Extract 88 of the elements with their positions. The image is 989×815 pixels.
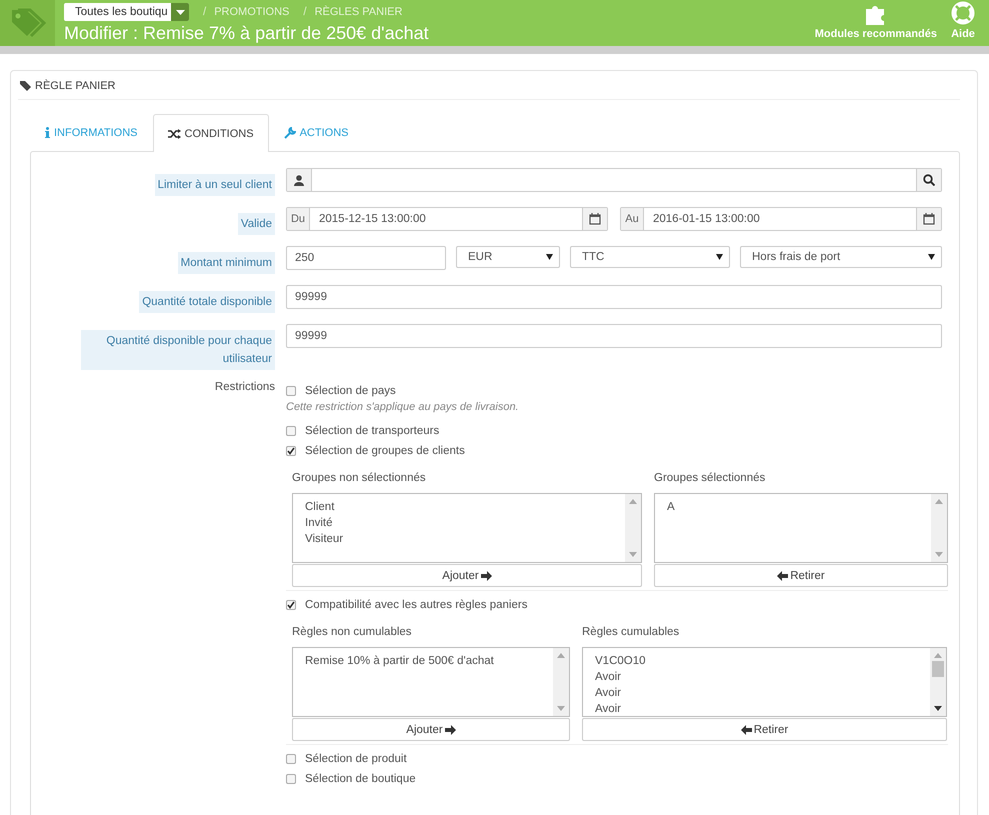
list-option[interactable]: Visiteur — [305, 531, 613, 547]
checkbox-label[interactable]: Sélection de transporteurs — [305, 425, 440, 437]
list-box[interactable]: Remise 10% à partir de 500€ d'achat — [292, 647, 570, 717]
add-button[interactable]: Ajouter — [292, 564, 642, 587]
checkbox[interactable] — [286, 426, 296, 436]
check-icon — [287, 447, 295, 455]
checkbox[interactable] — [286, 754, 296, 764]
list-option[interactable]: V1C0O10 — [595, 653, 918, 669]
scrollbar[interactable] — [931, 494, 947, 562]
page-title: Modifier : Remise 7% à partir de 250€ d'achat — [64, 23, 430, 44]
arrow-left-icon — [777, 570, 788, 580]
checkbox-label[interactable]: Sélection de boutique — [305, 773, 416, 785]
select-field[interactable]: TTC — [570, 246, 730, 268]
scrollbar[interactable] — [553, 648, 569, 716]
caret-icon — [716, 254, 723, 260]
list-box[interactable]: A — [654, 493, 948, 563]
calendar-icon — [923, 213, 935, 225]
breadcrumb-separator: / — [203, 6, 206, 18]
field-label: Montant minimum — [178, 252, 275, 274]
checkbox-label[interactable]: Sélection de groupes de clients — [305, 445, 465, 457]
search-icon — [923, 174, 935, 186]
date-field[interactable]: Au 2016-01-15 13:00:00 — [620, 207, 942, 231]
scroll-thumb[interactable] — [932, 661, 944, 677]
tag-icon — [20, 81, 31, 91]
field-label: Limiter à un seul client — [154, 174, 275, 196]
caret-icon — [176, 10, 184, 14]
scroll-up-icon[interactable] — [629, 498, 637, 504]
shuffle-icon — [168, 128, 181, 138]
panel-title: RÈGLE PANIER — [35, 80, 116, 92]
calendar-icon — [589, 213, 601, 225]
help-text: Cette restriction s'applique au pays de livraison. — [286, 401, 520, 413]
list-title: Règles non cumulables — [292, 626, 413, 638]
list-option[interactable]: Client — [305, 499, 613, 515]
checkbox-label[interactable]: Sélection de pays — [305, 385, 396, 397]
field-label: Quantité totale disponible — [139, 291, 275, 313]
field-label: Valide — [238, 213, 275, 235]
scroll-down-icon[interactable] — [934, 706, 942, 712]
checkbox[interactable] — [286, 386, 296, 396]
list-option[interactable]: Avoir — [595, 685, 918, 701]
shop-select[interactable]: Toutes les boutiqu — [64, 3, 189, 21]
user-icon — [294, 174, 304, 186]
addon-label: Du — [287, 208, 310, 230]
scrollbar[interactable] — [625, 494, 641, 562]
scroll-up-icon[interactable] — [557, 652, 565, 658]
amount-field[interactable]: 250 — [286, 246, 446, 270]
breadcrumb-separator: / — [303, 6, 307, 18]
client-search-field[interactable] — [286, 168, 942, 192]
check-icon — [287, 601, 295, 609]
field-label: Restrictions — [214, 381, 275, 393]
arrow-left-icon — [740, 724, 752, 734]
checkbox[interactable] — [286, 600, 296, 610]
list-box[interactable]: Client Invité Visiteur — [292, 493, 642, 563]
tag-icon — [10, 8, 46, 38]
tab[interactable]: CONDITIONS — [152, 114, 269, 152]
input-field[interactable]: 99999 — [286, 324, 942, 348]
scrollbar[interactable] — [930, 648, 946, 716]
list-option[interactable]: Invité — [305, 515, 613, 531]
list-option[interactable]: Avoir — [595, 701, 918, 717]
wrench-icon — [284, 126, 296, 138]
select-field[interactable]: Hors frais de port — [740, 246, 942, 268]
input-field[interactable]: 99999 — [286, 285, 942, 309]
remove-button[interactable]: Retirer — [582, 718, 947, 741]
info-icon — [45, 127, 50, 138]
scroll-up-icon[interactable] — [934, 652, 942, 658]
add-button[interactable]: Ajouter — [292, 718, 570, 741]
addon-label: Au — [621, 208, 644, 230]
list-option[interactable]: Remise 10% à partir de 500€ d'achat — [305, 653, 541, 669]
date-field[interactable]: Du 2015-12-15 13:00:00 — [286, 207, 608, 231]
caret-icon — [928, 254, 935, 260]
checkbox-label[interactable]: Compatibilité avec les autres règles paniers — [305, 599, 528, 611]
list-option[interactable]: Avoir — [595, 669, 918, 685]
list-title: Règles cumulables — [582, 626, 680, 638]
arrow-right-icon — [444, 724, 456, 734]
calendar-button[interactable] — [582, 208, 607, 230]
field-label: Quantité disponible pour chaque utilisateur — [81, 330, 275, 370]
checkbox[interactable] — [286, 446, 296, 456]
checkbox[interactable] — [286, 774, 296, 784]
list-box[interactable]: V1C0O10 Avoir Avoir Avoir — [582, 647, 947, 717]
arrow-right-icon — [480, 570, 492, 580]
checkbox-label[interactable]: Sélection de produit — [305, 753, 407, 765]
caret-icon — [546, 254, 553, 260]
remove-button[interactable]: Retirer — [654, 564, 948, 587]
list-title: Groupes non sélectionnés — [292, 472, 427, 484]
calendar-button[interactable] — [916, 208, 941, 230]
list-title: Groupes sélectionnés — [654, 472, 766, 484]
scroll-up-icon[interactable] — [935, 498, 943, 504]
select-field[interactable]: EUR — [456, 246, 560, 268]
list-option[interactable]: A — [667, 499, 919, 515]
